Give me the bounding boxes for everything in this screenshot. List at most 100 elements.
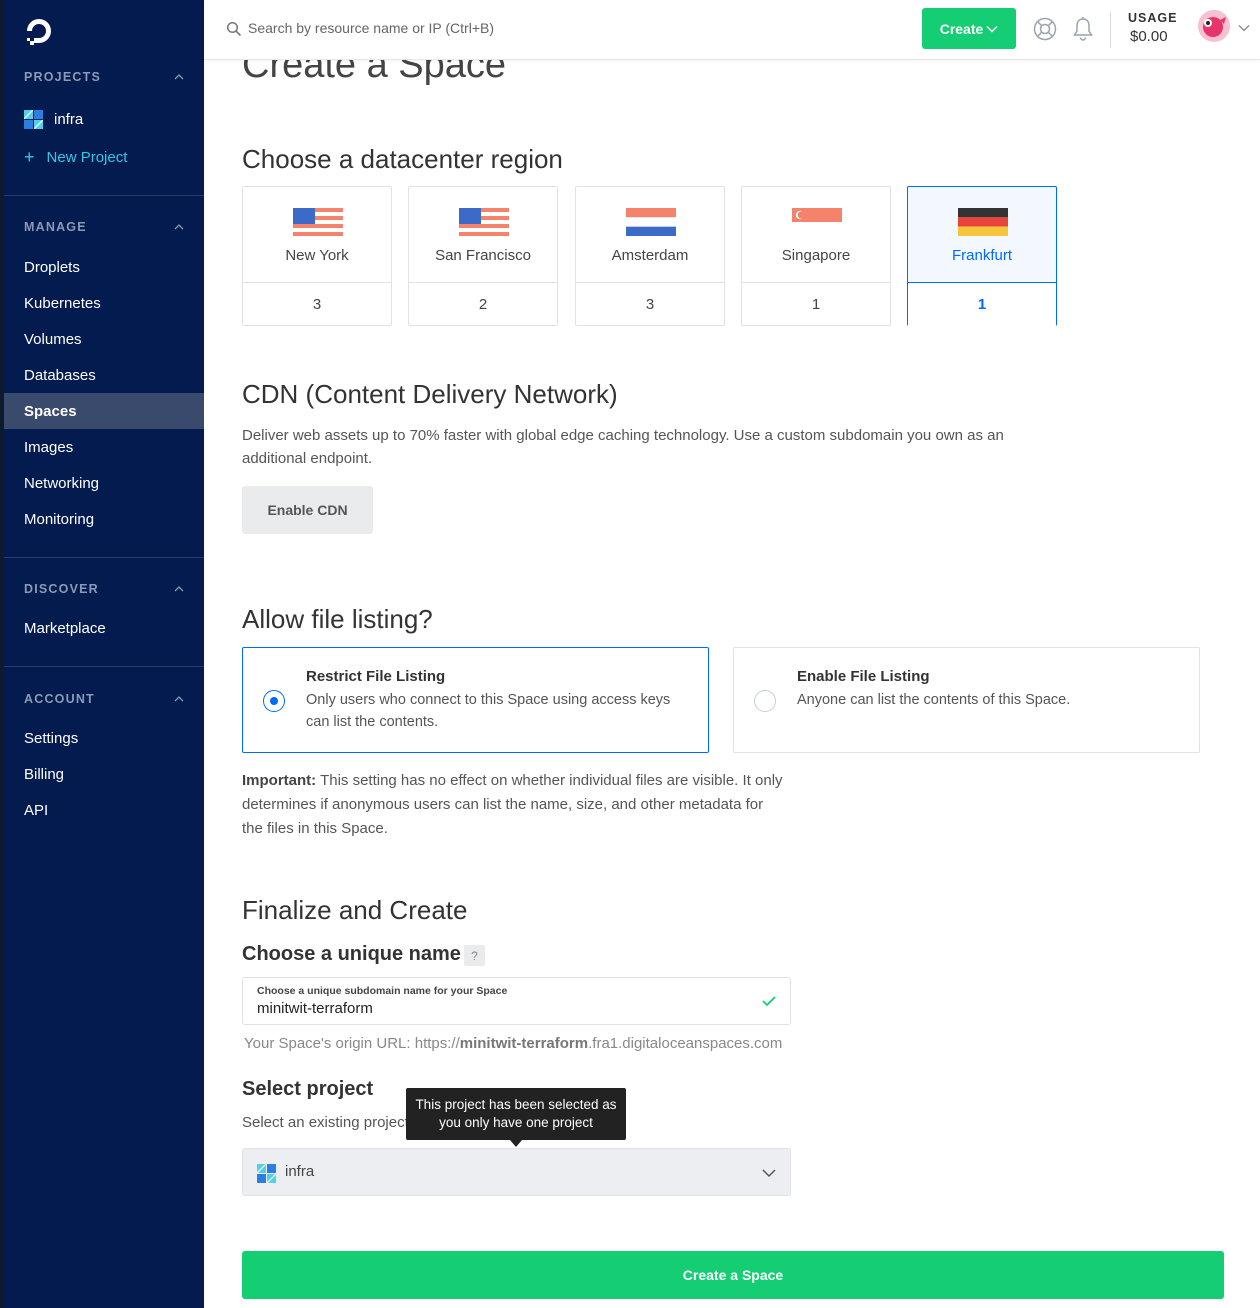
chevron-up-icon <box>174 586 184 592</box>
sg-flag-icon <box>792 208 842 236</box>
region-card-san-francisco[interactable]: San Francisco 2 <box>408 186 558 326</box>
sidebar-item-databases[interactable]: Databases <box>4 357 204 393</box>
search-icon <box>226 21 242 37</box>
chevron-up-icon <box>174 224 184 230</box>
usage-value[interactable]: $0.00 <box>1130 28 1168 45</box>
region-count[interactable]: 1 <box>908 282 1056 326</box>
region-card-frankfurt[interactable]: Frankfurt 1 <box>907 186 1057 326</box>
discover-section: DISCOVER <box>4 579 204 599</box>
origin-url: Your Space's origin URL: https://minitwi… <box>244 1035 783 1052</box>
chevron-down-icon <box>762 1169 776 1178</box>
account-section: ACCOUNT <box>4 689 204 709</box>
sidebar-item-api[interactable]: API <box>4 792 204 828</box>
sidebar: PROJECTS infra + New Project MANAGE Drop… <box>0 0 204 1308</box>
region-name: New York <box>285 247 349 264</box>
sidebar-divider <box>4 195 204 196</box>
file-listing-heading: Allow file listing? <box>242 604 433 634</box>
space-name-field[interactable]: Choose a unique subdomain name for your … <box>242 977 791 1025</box>
chevron-down-icon[interactable] <box>1238 23 1250 33</box>
projects-section-header[interactable]: PROJECTS <box>4 67 204 87</box>
important-label: Important: <box>242 772 317 789</box>
sidebar-item-volumes[interactable]: Volumes <box>4 321 204 357</box>
user-avatar-icon <box>1198 10 1230 42</box>
manage-list: Droplets Kubernetes Volumes Databases Sp… <box>4 249 204 537</box>
project-icon <box>257 1164 276 1183</box>
radio-button[interactable] <box>754 690 776 712</box>
chevron-up-icon <box>174 74 184 80</box>
region-card-new-york[interactable]: New York 3 <box>242 186 392 326</box>
checkmark-icon <box>762 996 776 1007</box>
manage-section: MANAGE <box>4 217 204 237</box>
account-list: Settings Billing API <box>4 720 204 828</box>
new-project-label: New Project <box>46 148 128 166</box>
enable-cdn-button[interactable]: Enable CDN <box>242 486 373 534</box>
help-lifebuoy-icon[interactable] <box>1033 17 1057 41</box>
unique-name-heading: Choose a unique name <box>242 943 461 965</box>
region-card-amsterdam[interactable]: Amsterdam 3 <box>575 186 725 326</box>
project-icon <box>24 109 43 129</box>
sidebar-item-settings[interactable]: Settings <box>4 720 204 756</box>
cdn-description: Deliver web assets up to 70% faster with… <box>242 427 1004 467</box>
important-text: This setting has no effect on whether in… <box>242 772 783 837</box>
discover-list: Marketplace <box>4 610 204 646</box>
topbar-divider <box>1110 12 1111 48</box>
sidebar-item-images[interactable]: Images <box>4 429 204 465</box>
search-input[interactable] <box>248 16 648 40</box>
sidebar-item-kubernetes[interactable]: Kubernetes <box>4 285 204 321</box>
de-flag-icon <box>958 208 1008 236</box>
create-dropdown-button[interactable]: Create <box>922 8 1016 49</box>
sidebar-item-spaces[interactable]: Spaces <box>4 393 204 429</box>
sidebar-item-monitoring[interactable]: Monitoring <box>4 501 204 537</box>
option-description: Only users who connect to this Space usi… <box>306 692 671 730</box>
chevron-down-icon <box>986 25 998 33</box>
us-flag-icon <box>459 208 509 236</box>
sidebar-item-billing[interactable]: Billing <box>4 756 204 792</box>
top-bar: Create USAGE $0.00 <box>204 0 1260 60</box>
manage-section-header[interactable]: MANAGE <box>4 217 204 237</box>
sidebar-item-droplets[interactable]: Droplets <box>4 249 204 285</box>
sidebar-item-label: infra <box>54 110 84 128</box>
finalize-heading: Finalize and Create <box>242 895 468 925</box>
region-heading: Choose a datacenter region <box>242 144 563 174</box>
select-project-heading: Select project <box>242 1078 374 1100</box>
enable-file-listing-option[interactable]: Enable File Listing Anyone can list the … <box>733 647 1200 753</box>
account-section-header[interactable]: ACCOUNT <box>4 689 204 709</box>
project-tooltip: This project has been selected as you on… <box>406 1088 626 1147</box>
create-space-button[interactable]: Create a Space <box>242 1251 1224 1299</box>
space-name-input[interactable] <box>257 1000 737 1017</box>
digitalocean-logo-icon[interactable] <box>24 16 54 46</box>
restrict-file-listing-option[interactable]: Restrict File Listing Only users who con… <box>242 647 709 753</box>
important-note: Important: This setting has no effect on… <box>242 769 787 841</box>
nl-flag-icon <box>626 208 676 236</box>
cdn-heading: CDN (Content Delivery Network) <box>242 379 618 409</box>
avatar[interactable] <box>1198 10 1230 42</box>
region-card-singapore[interactable]: Singapore 1 <box>741 186 891 326</box>
selected-project-name: infra <box>285 1163 315 1180</box>
help-question-icon[interactable]: ? <box>464 945 485 966</box>
radio-button[interactable] <box>263 690 285 712</box>
us-flag-icon <box>293 208 343 236</box>
discover-section-header[interactable]: DISCOVER <box>4 579 204 599</box>
sidebar-item-networking[interactable]: Networking <box>4 465 204 501</box>
region-name: Frankfurt <box>951 247 1012 264</box>
region-count[interactable]: 3 <box>243 282 391 326</box>
projects-section: PROJECTS <box>4 67 204 87</box>
region-count[interactable]: 3 <box>576 282 724 326</box>
region-name: Singapore <box>781 247 851 264</box>
option-title: Enable File Listing <box>797 668 930 685</box>
sidebar-divider <box>4 666 204 667</box>
usage-label: USAGE <box>1128 11 1178 25</box>
region-count[interactable]: 1 <box>742 282 890 326</box>
sidebar-item-marketplace[interactable]: Marketplace <box>4 610 204 646</box>
new-project-link[interactable]: + New Project <box>4 139 204 175</box>
project-select[interactable]: infra <box>242 1148 791 1196</box>
option-description: Anyone can list the contents of this Spa… <box>797 692 1071 708</box>
sidebar-item-infra[interactable]: infra <box>4 101 204 137</box>
region-name: Amsterdam <box>611 247 689 264</box>
bell-icon[interactable] <box>1072 16 1094 42</box>
select-project-description: Select an existing project <box>242 1114 409 1131</box>
space-name-label: Choose a unique subdomain name for your … <box>257 985 508 997</box>
chevron-up-icon <box>174 696 184 702</box>
sidebar-divider <box>4 557 204 558</box>
region-count[interactable]: 2 <box>409 282 557 326</box>
